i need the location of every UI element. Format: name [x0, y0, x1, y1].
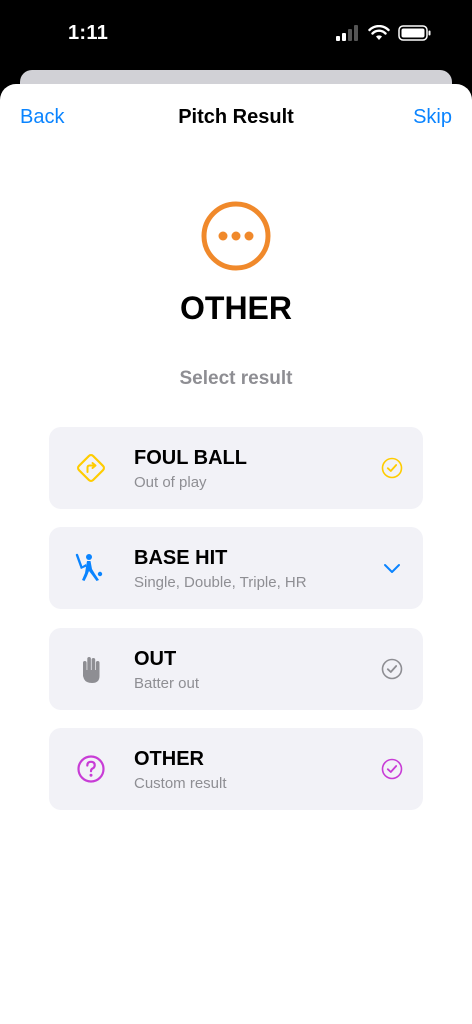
- option-title: FOUL BALL: [134, 447, 247, 469]
- select-result-label: Select result: [179, 368, 293, 389]
- batter-swing-icon: [75, 553, 103, 581]
- status-icons: [336, 25, 432, 41]
- status-bar: 1:11: [0, 0, 472, 70]
- diamond-turn-right-icon: [77, 454, 105, 482]
- cellular-signal-icon: [336, 25, 358, 41]
- option-other[interactable]: OTHER Custom result: [49, 728, 423, 810]
- navigation-bar: Back Pitch Result Skip: [0, 84, 472, 150]
- pitch-result-sheet: Back Pitch Result Skip OTHER Select resu…: [0, 84, 472, 1024]
- hand-raised-icon: [83, 657, 100, 683]
- skip-button[interactable]: Skip: [413, 106, 452, 129]
- option-subtitle: Out of play: [134, 474, 207, 491]
- option-foul-ball[interactable]: FOUL BALL Out of play: [49, 427, 423, 509]
- battery-icon: [398, 25, 431, 41]
- check-circle-icon: [381, 457, 403, 479]
- ellipsis-circle-icon: [201, 201, 271, 271]
- option-subtitle: Single, Double, Triple, HR: [134, 574, 307, 591]
- chevron-down-icon[interactable]: [381, 557, 403, 579]
- option-title: OTHER: [134, 748, 204, 770]
- wifi-icon: [368, 25, 390, 40]
- check-circle-icon: [381, 658, 403, 680]
- result-category-title: OTHER: [180, 290, 292, 326]
- nav-title: Pitch Result: [178, 106, 294, 128]
- option-title: OUT: [134, 648, 177, 670]
- option-subtitle: Custom result: [134, 775, 227, 792]
- option-subtitle: Batter out: [134, 675, 200, 692]
- question-circle-icon: [77, 755, 105, 783]
- option-title: BASE HIT: [134, 547, 228, 569]
- check-circle-icon: [381, 758, 403, 780]
- option-out[interactable]: OUT Batter out: [49, 628, 423, 710]
- option-base-hit[interactable]: BASE HIT Single, Double, Triple, HR: [49, 527, 423, 609]
- status-time: 1:11: [68, 22, 109, 44]
